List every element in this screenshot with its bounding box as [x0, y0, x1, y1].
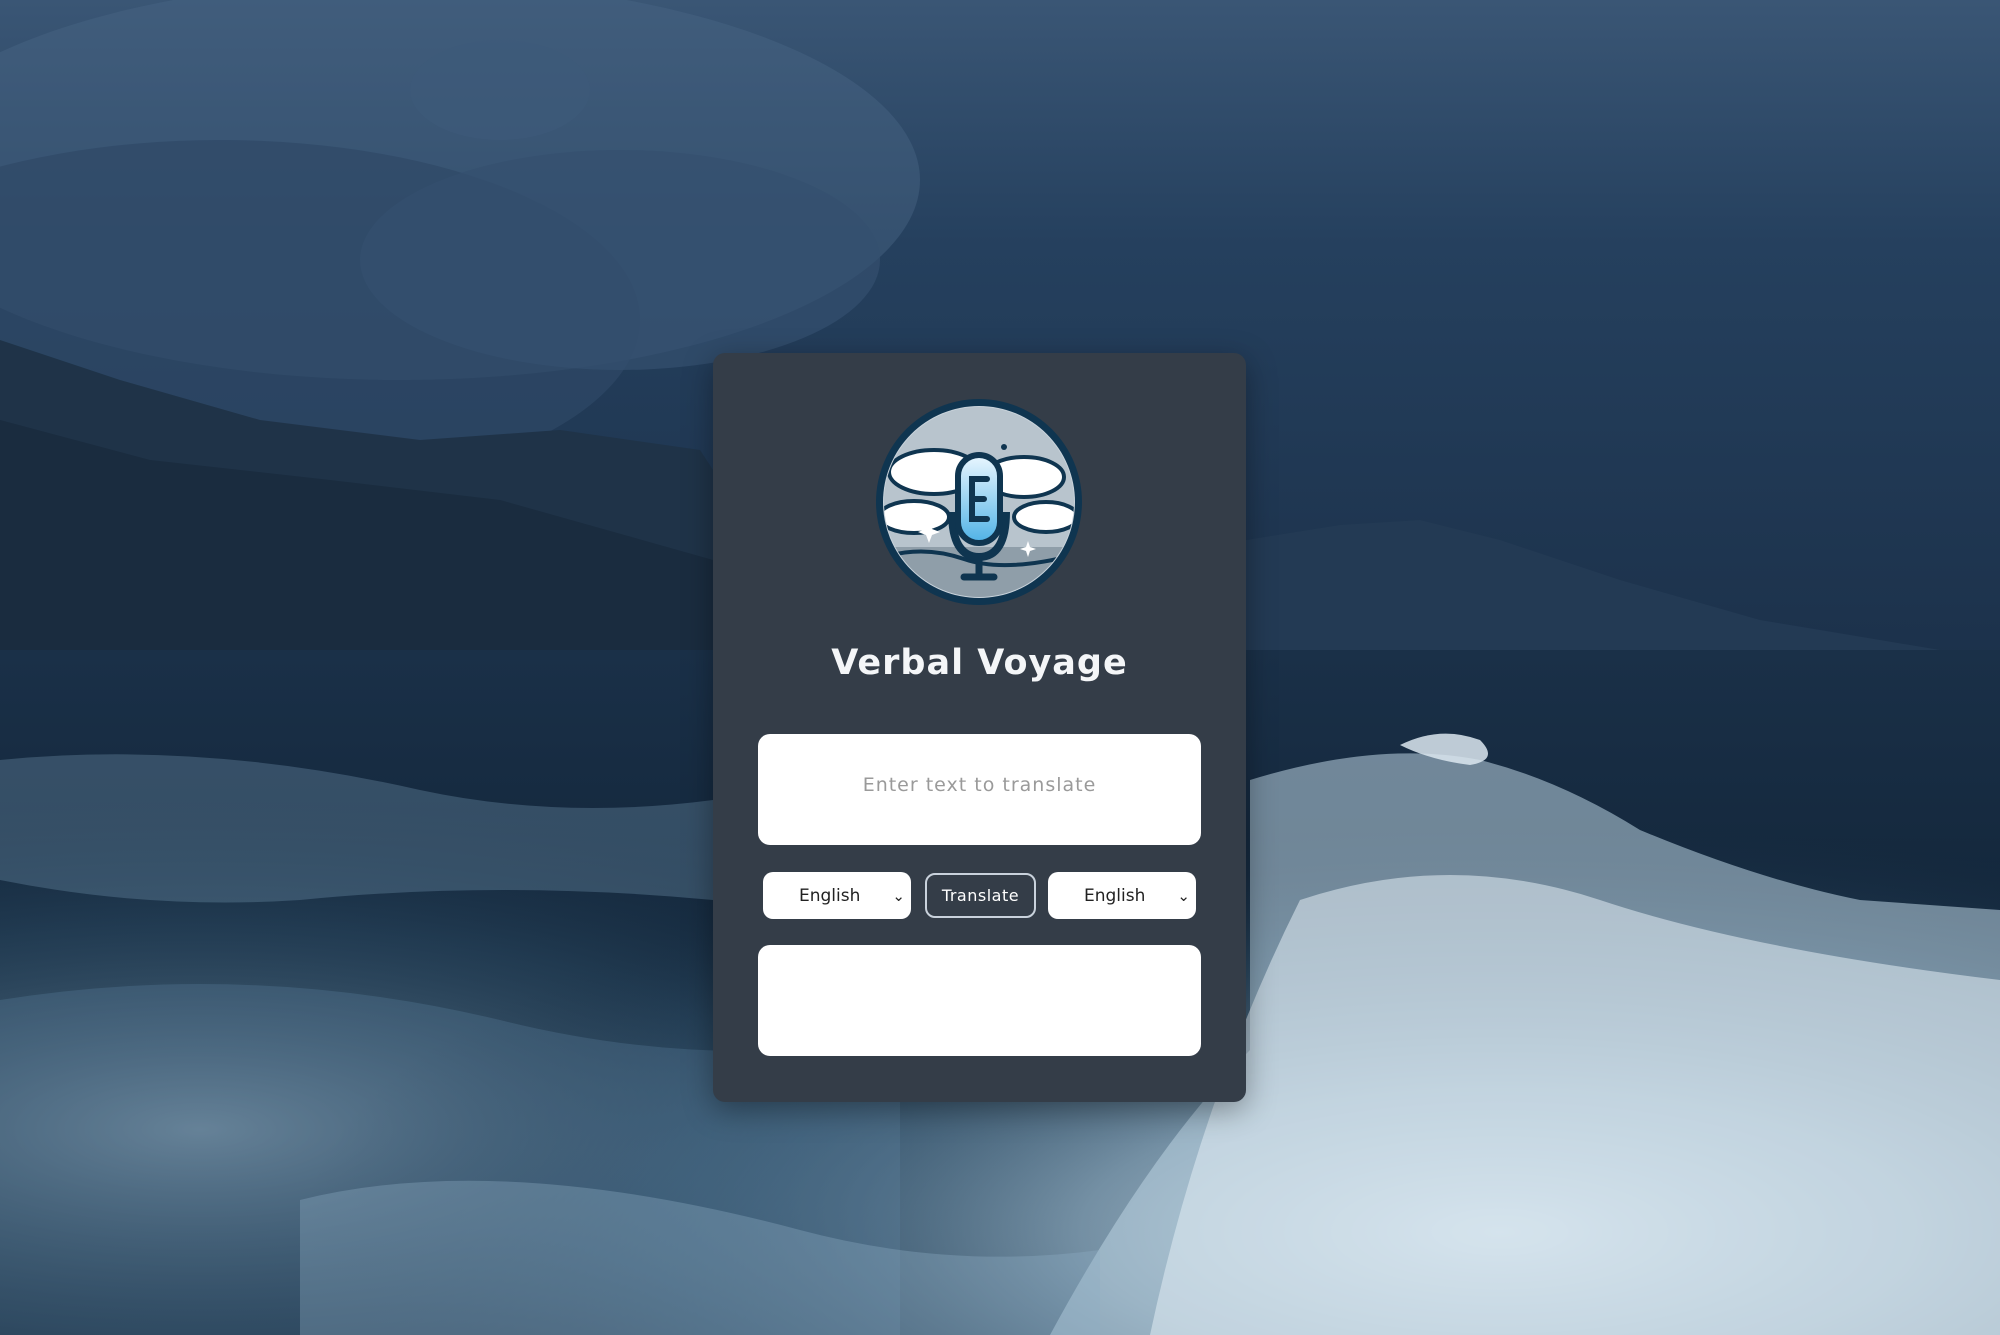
- source-language-select[interactable]: English ⌄: [763, 872, 911, 919]
- translation-output[interactable]: [758, 945, 1201, 1056]
- chevron-down-icon: ⌄: [892, 886, 905, 905]
- source-language-value: English: [799, 885, 861, 906]
- app-title: Verbal Voyage: [831, 643, 1128, 683]
- translator-card: Verbal Voyage English ⌄ Translate Englis…: [713, 353, 1246, 1102]
- microphone-logo-icon: [874, 397, 1084, 607]
- chevron-down-icon: ⌄: [1177, 886, 1190, 905]
- target-language-select[interactable]: English ⌄: [1048, 872, 1196, 919]
- target-language-value: English: [1084, 885, 1146, 906]
- translate-button[interactable]: Translate: [925, 873, 1036, 918]
- source-text-input[interactable]: [758, 734, 1201, 845]
